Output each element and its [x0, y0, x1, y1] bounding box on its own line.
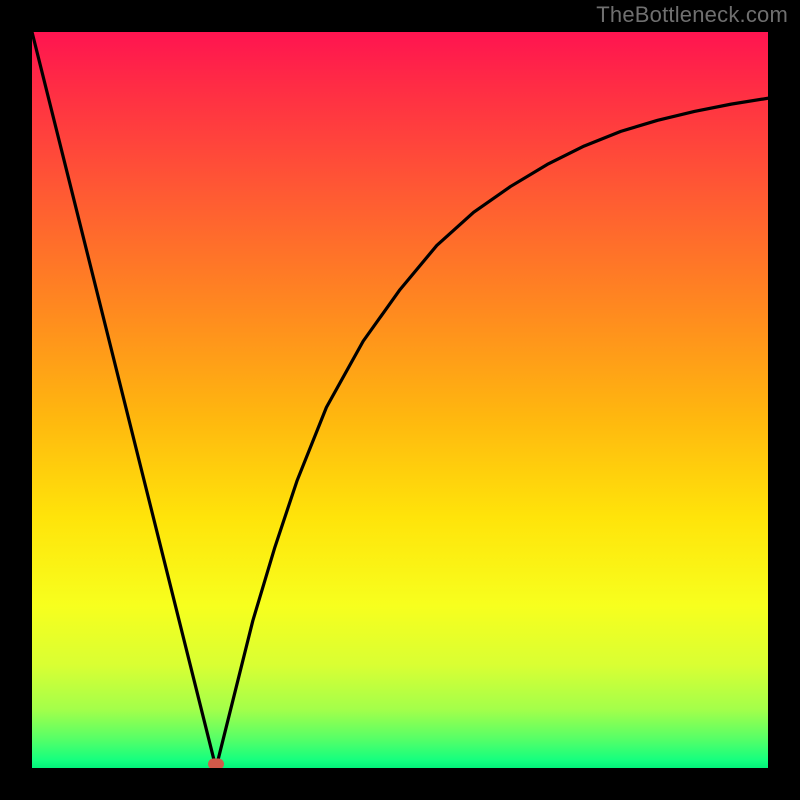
- plot-area: [32, 32, 768, 768]
- minimum-marker: [208, 759, 224, 769]
- attribution-label: TheBottleneck.com: [596, 2, 788, 28]
- chart-frame: TheBottleneck.com: [0, 0, 800, 800]
- bottleneck-curve: [32, 32, 768, 768]
